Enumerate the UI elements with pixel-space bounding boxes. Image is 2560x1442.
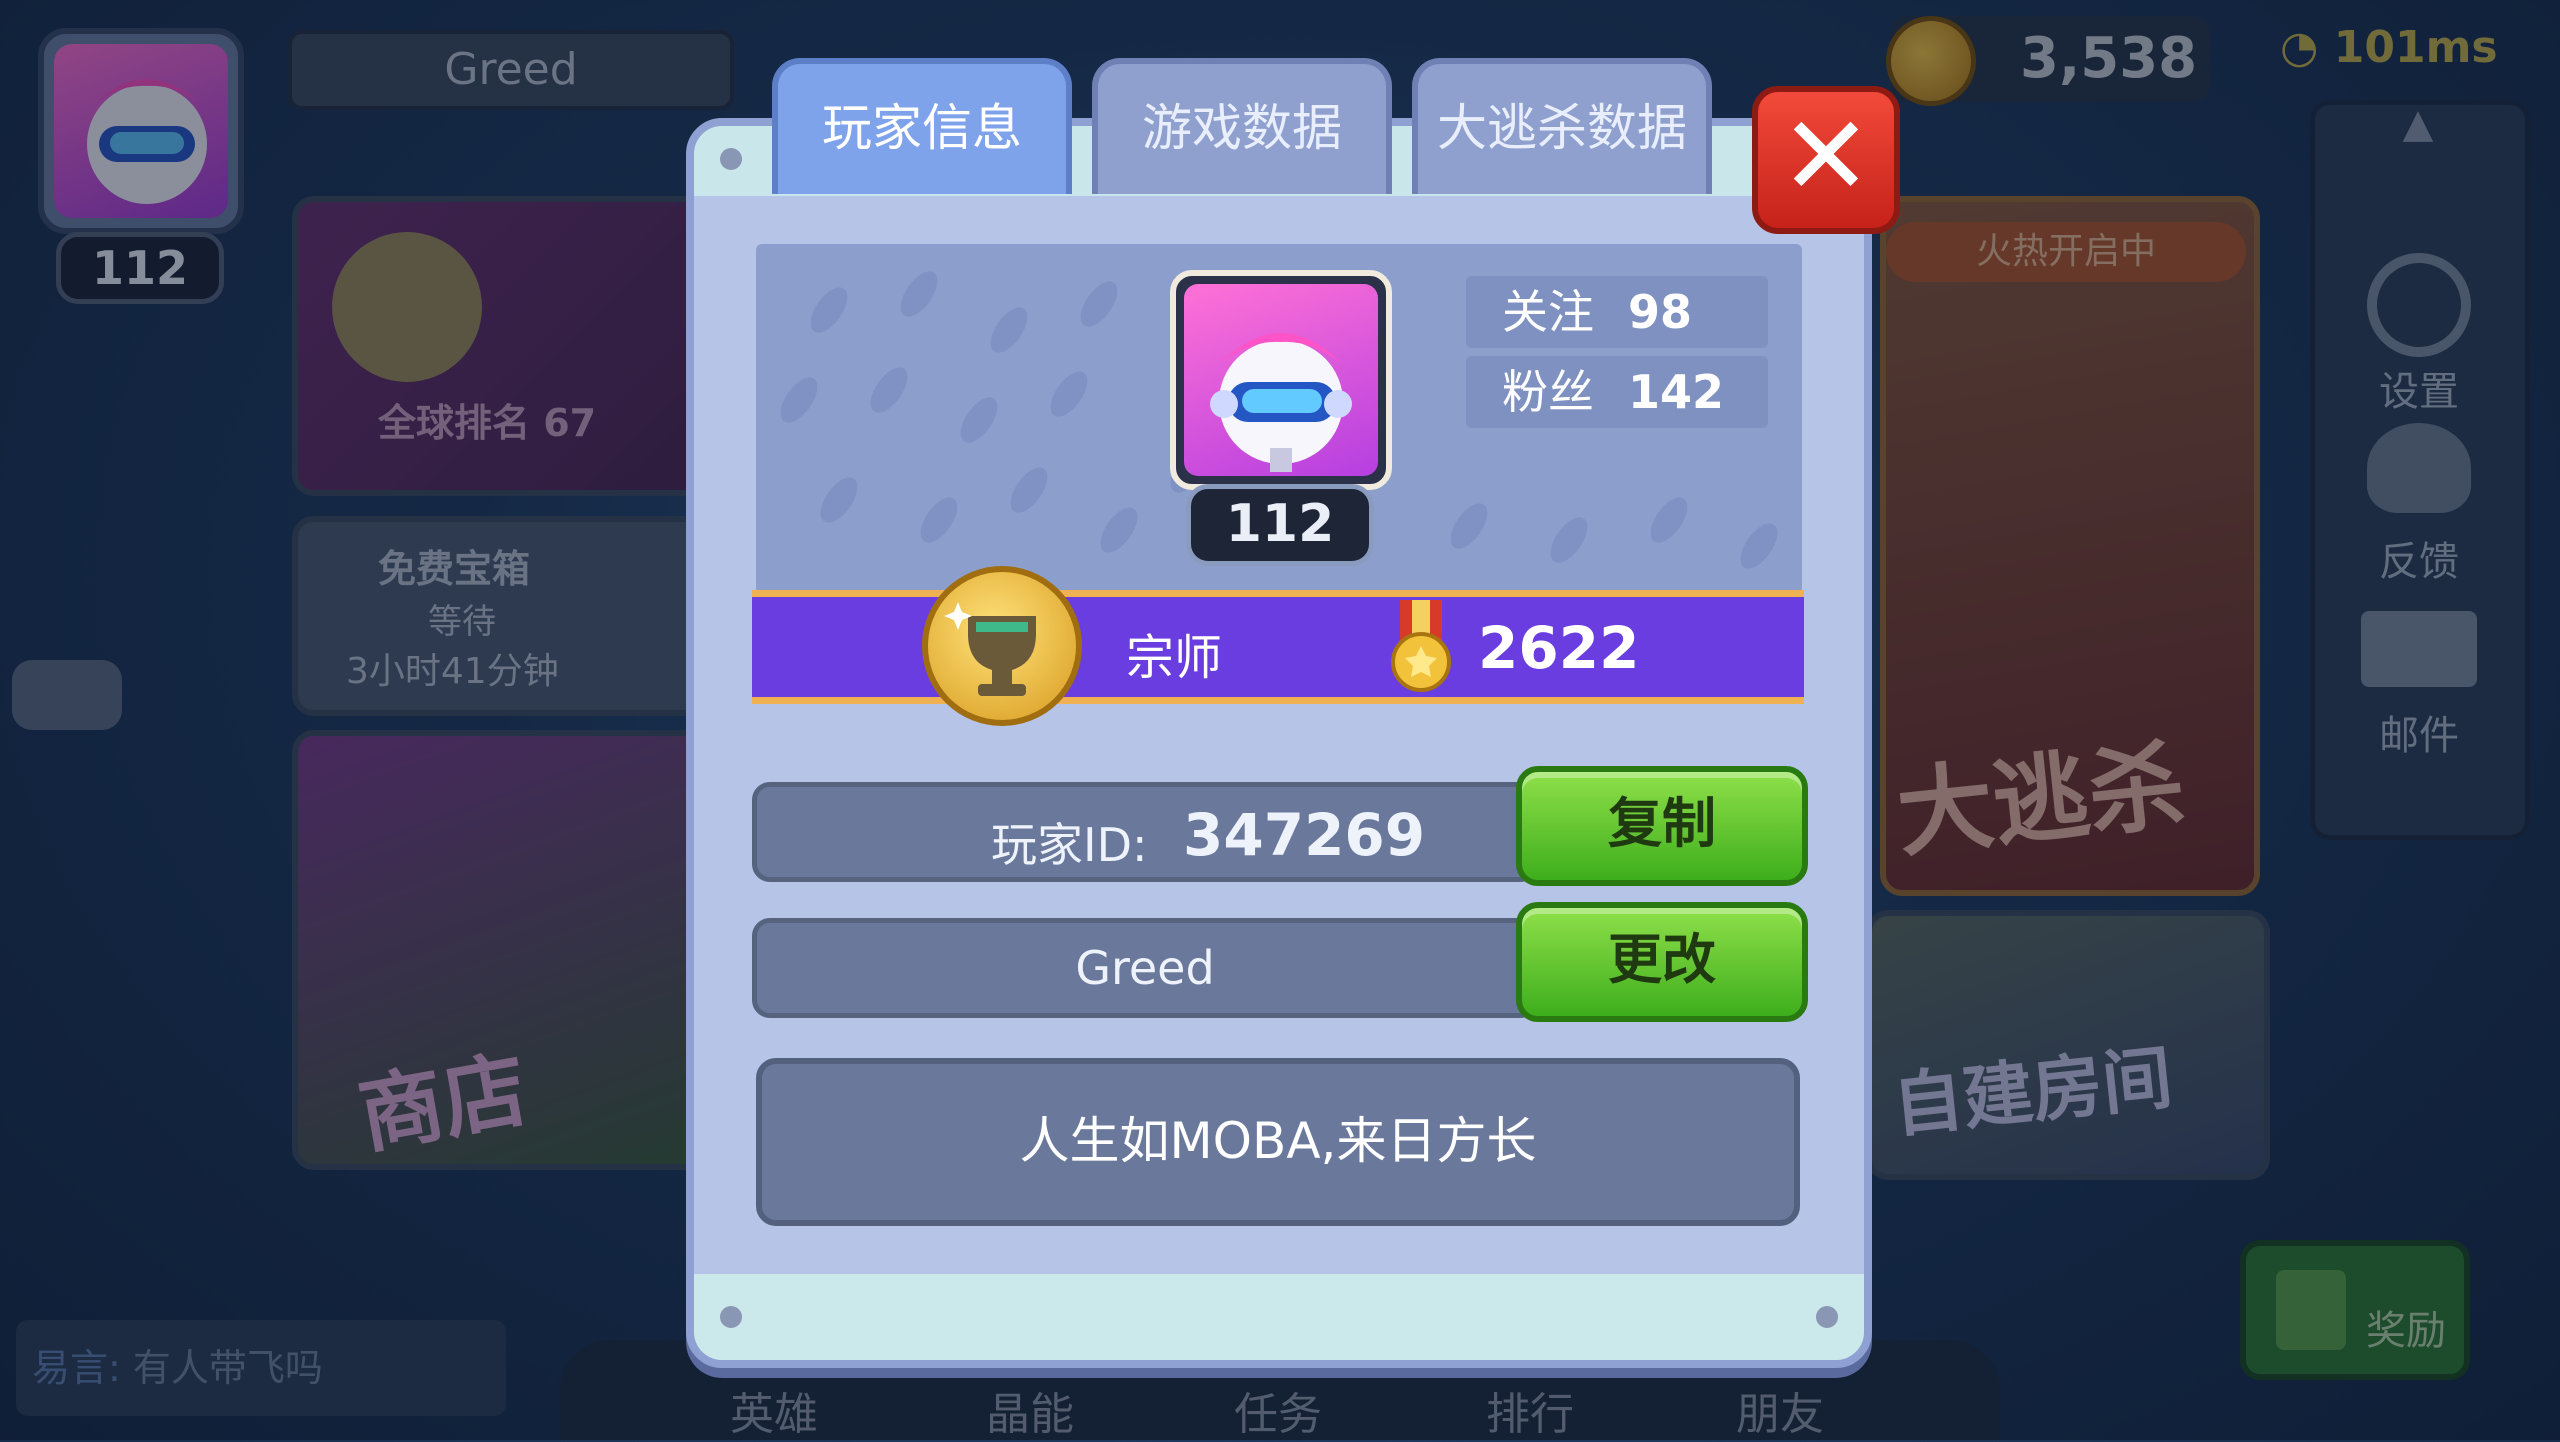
custom-room-card[interactable]: 自建房间 [1866, 910, 2270, 1180]
tab-game-data[interactable]: 游戏数据 [1092, 58, 1392, 194]
gift-icon [2276, 1270, 2346, 1350]
global-rank-card[interactable]: 全球排名 67 [292, 196, 712, 496]
close-button[interactable]: ✕ [1752, 86, 1900, 234]
mail-icon[interactable] [2361, 611, 2477, 687]
battle-royale-card[interactable]: 火热开启中 大逃杀 [1880, 196, 2260, 896]
fans-count: 142 [1628, 365, 1725, 419]
chest-status: 等待 [428, 602, 496, 642]
custom-room-label: 自建房间 [1889, 1036, 2177, 1148]
reward-label: 奖励 [2366, 1308, 2446, 1354]
copy-button[interactable]: 复制 [1516, 766, 1808, 886]
player-name-bar: Greed [288, 30, 734, 110]
follow-label: 关注 [1502, 285, 1594, 339]
side-menu: ▲ 设置 反馈 邮件 [2310, 100, 2530, 840]
feedback-label[interactable]: 反馈 [2319, 529, 2519, 587]
player-id-label: 玩家ID: [991, 818, 1148, 872]
fans-label: 粉丝 [1502, 365, 1594, 419]
player-id-value: 347269 [1183, 801, 1426, 869]
headset-icon[interactable] [2367, 423, 2471, 513]
hot-banner: 火热开启中 [1886, 222, 2246, 282]
profile-level-badge: 112 [1186, 484, 1374, 566]
nav-tasks[interactable]: 任务 [1234, 1378, 1322, 1442]
chat-prefix: 易言: [32, 1346, 121, 1390]
follow-stat[interactable]: 关注 98 [1466, 276, 1768, 348]
wifi-icon: ◔ [2280, 22, 2334, 73]
nav-energy[interactable]: 晶能 [986, 1378, 1074, 1442]
dialog-footer-strip [694, 1274, 1864, 1360]
player-motto[interactable]: 人生如MOBA,来日方长 [756, 1058, 1800, 1226]
mail-label[interactable]: 邮件 [2319, 703, 2519, 761]
rivet-icon [720, 148, 742, 170]
player-id-field: 玩家ID: 347269 [752, 782, 1538, 882]
nav-heroes[interactable]: 英雄 [730, 1378, 818, 1442]
robot-avatar-icon [54, 44, 228, 218]
medal-icon [1386, 600, 1456, 696]
battle-royale-label: 大逃杀 [1891, 729, 2190, 871]
chat-placeholder: 有人带飞吗 [132, 1346, 323, 1390]
robot-avatar-icon [1184, 284, 1378, 476]
trophy-icon [922, 566, 1082, 726]
rank-score: 2622 [1478, 614, 1640, 682]
reward-button[interactable]: 奖励 [2240, 1240, 2470, 1380]
chest-title: 免费宝箱 [378, 547, 531, 591]
tab-battle-royale-data[interactable]: 大逃杀数据 [1412, 58, 1712, 194]
ping-indicator: ◔ 101ms [2280, 22, 2498, 73]
collapse-arrow-icon[interactable]: ▲ [2383, 101, 2453, 147]
chest-timer: 3小时41分钟 [346, 651, 559, 692]
player-name-field: Greed [752, 918, 1538, 1018]
profile-avatar [1170, 270, 1392, 490]
gear-icon[interactable] [2367, 253, 2471, 357]
player-level-badge: 112 [56, 232, 224, 304]
change-name-button[interactable]: 更改 [1516, 902, 1808, 1022]
settings-label[interactable]: 设置 [2319, 359, 2519, 417]
nav-friends[interactable]: 朋友 [1736, 1378, 1824, 1442]
coin-icon [1886, 16, 1976, 106]
chat-bubble-icon[interactable] [12, 660, 122, 730]
fans-stat[interactable]: 粉丝 142 [1466, 356, 1768, 428]
close-icon: ✕ [1779, 92, 1873, 220]
shop-card[interactable]: 商店 [292, 730, 712, 1170]
global-rank-text: 全球排名 67 [378, 401, 597, 445]
player-avatar[interactable] [38, 28, 244, 234]
tab-player-info[interactable]: 玩家信息 [772, 58, 1072, 194]
free-chest-card[interactable]: 免费宝箱 等待 3小时41分钟 [292, 516, 712, 716]
shop-label: 商店 [351, 1040, 535, 1166]
rank-bar [752, 590, 1804, 704]
chat-input[interactable]: 易言: 有人带飞吗 [16, 1320, 506, 1416]
trophy-icon [332, 232, 482, 382]
rivet-icon [1816, 1306, 1838, 1328]
rivet-icon [720, 1306, 742, 1328]
follow-count: 98 [1628, 285, 1693, 339]
nav-ranking[interactable]: 排行 [1486, 1378, 1574, 1442]
rank-title: 宗师 [1126, 630, 1223, 686]
